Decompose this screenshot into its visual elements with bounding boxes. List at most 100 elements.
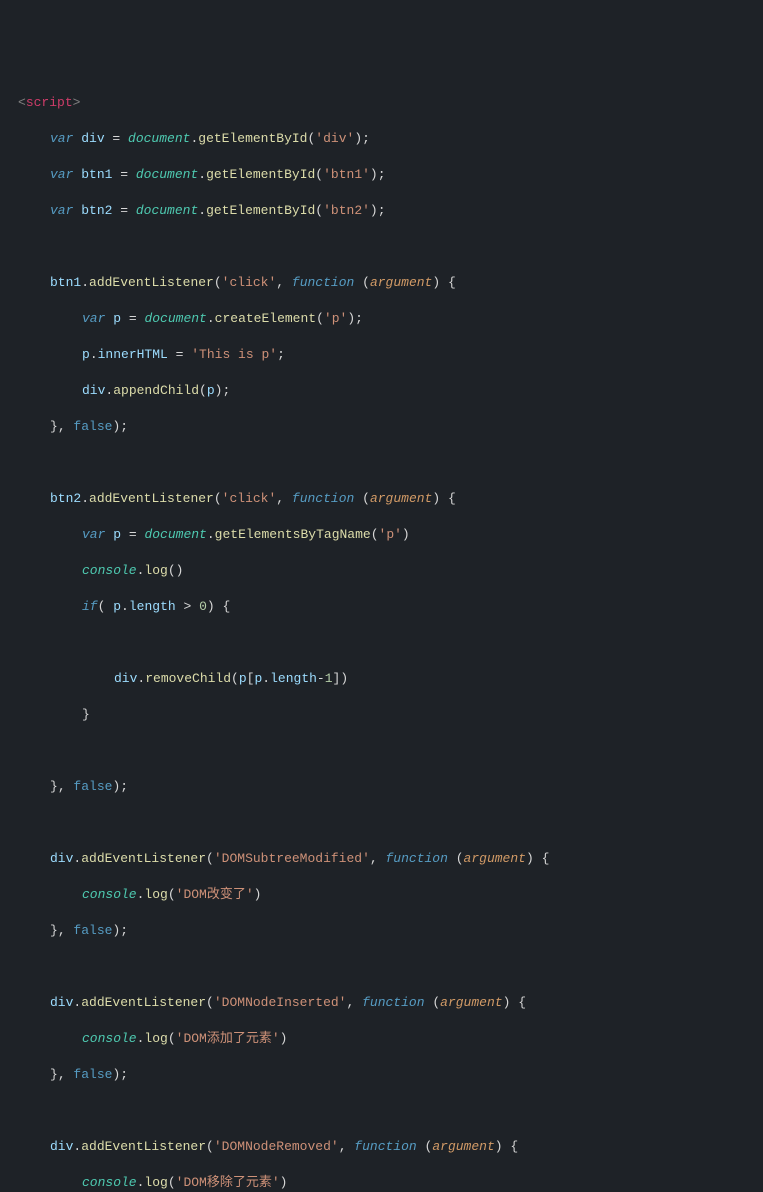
- str-domsubtree: 'DOMSubtreeModified': [214, 851, 370, 866]
- code-line: var div = document.getElementById('div')…: [18, 130, 763, 148]
- comma: ,: [276, 275, 292, 290]
- code-editor[interactable]: <script> var div = document.getElementBy…: [0, 72, 763, 1192]
- lbrace: {: [518, 995, 526, 1010]
- rparen: ): [432, 491, 440, 506]
- op-gt: >: [176, 599, 199, 614]
- semi: ;: [120, 779, 128, 794]
- blank-line: [18, 742, 763, 760]
- rparen: ): [370, 167, 378, 182]
- comma: ,: [58, 419, 74, 434]
- var-p: p: [239, 671, 247, 686]
- method-log: log: [144, 563, 167, 578]
- code-line: var btn2 = document.getElementById('btn2…: [18, 202, 763, 220]
- code-line: if( p.length > 0) {: [18, 598, 763, 616]
- rparen: ): [340, 671, 348, 686]
- rparen: ): [280, 1175, 288, 1190]
- param-argument: argument: [370, 275, 432, 290]
- keyword-var: var: [82, 527, 105, 542]
- rparen: ): [176, 563, 184, 578]
- semi: ;: [378, 167, 386, 182]
- var-btn2: btn2: [81, 203, 112, 218]
- semi: ;: [120, 1067, 128, 1082]
- const-false: false: [73, 779, 112, 794]
- var-div: div: [50, 995, 73, 1010]
- dot: .: [137, 671, 145, 686]
- keyword-var: var: [50, 167, 73, 182]
- keyword-var: var: [50, 131, 73, 146]
- code-line: var p = document.getElementsByTagName('p…: [18, 526, 763, 544]
- method-getbyid: getElementById: [206, 167, 315, 182]
- comma: ,: [58, 1067, 74, 1082]
- param-argument: argument: [464, 851, 526, 866]
- lparen: (: [315, 203, 323, 218]
- str-domremoved: 'DOM移除了元素': [176, 1175, 280, 1190]
- var-div: div: [50, 851, 73, 866]
- method-removechild: removeChild: [145, 671, 231, 686]
- rparen: ): [254, 887, 262, 902]
- lbrace: {: [223, 599, 231, 614]
- dot: .: [198, 203, 206, 218]
- lparen: (: [316, 311, 324, 326]
- keyword-function: function: [386, 851, 448, 866]
- lparen: (: [98, 599, 106, 614]
- op-eq: =: [121, 527, 144, 542]
- code-line: btn2.addEventListener('click', function …: [18, 490, 763, 508]
- lparen: (: [168, 1031, 176, 1046]
- str-domnodeinserted: 'DOMNodeInserted': [214, 995, 347, 1010]
- var-p: p: [207, 383, 215, 398]
- keyword-var: var: [50, 203, 73, 218]
- semi: ;: [277, 347, 285, 362]
- code-line: console.log('DOM改变了'): [18, 886, 763, 904]
- semi: ;: [378, 203, 386, 218]
- rparen: ): [503, 995, 511, 1010]
- code-line: var btn1 = document.getElementById('btn1…: [18, 166, 763, 184]
- code-line: console.log(): [18, 562, 763, 580]
- rparen: ): [207, 599, 215, 614]
- num-zero: 0: [199, 599, 207, 614]
- keyword-function: function: [292, 275, 354, 290]
- prop-innerhtml: innerHTML: [98, 347, 168, 362]
- param-argument: argument: [440, 995, 502, 1010]
- lparen: (: [168, 1175, 176, 1190]
- lbrace: {: [448, 275, 456, 290]
- code-line: div.appendChild(p);: [18, 382, 763, 400]
- code-line: }, false);: [18, 778, 763, 796]
- dot: .: [262, 671, 270, 686]
- op-minus: -: [317, 671, 325, 686]
- lbrace: {: [510, 1139, 518, 1154]
- code-line: console.log('DOM添加了元素'): [18, 1030, 763, 1048]
- rparen: ): [526, 851, 534, 866]
- str-click: 'click': [222, 491, 277, 506]
- dot: .: [73, 995, 81, 1010]
- op-eq: =: [168, 347, 191, 362]
- method-addevent: addEventListener: [89, 275, 214, 290]
- code-line: }, false);: [18, 922, 763, 940]
- obj-document: document: [136, 167, 198, 182]
- tag-bracket: >: [73, 95, 81, 110]
- rbrace: }: [50, 1067, 58, 1082]
- op-eq: =: [112, 167, 135, 182]
- code-line: console.log('DOM移除了元素'): [18, 1174, 763, 1192]
- const-false: false: [73, 419, 112, 434]
- method-addevent: addEventListener: [81, 1139, 206, 1154]
- lparen: (: [168, 887, 176, 902]
- lparen: (: [199, 383, 207, 398]
- dot: .: [73, 851, 81, 866]
- str-click: 'click': [222, 275, 277, 290]
- dot: .: [137, 887, 145, 902]
- num-one: 1: [325, 671, 333, 686]
- blank-line: [18, 238, 763, 256]
- rbracket: ]: [333, 671, 341, 686]
- dot: .: [137, 1031, 145, 1046]
- comma: ,: [339, 1139, 355, 1154]
- str-btn1: 'btn1': [323, 167, 370, 182]
- method-addevent: addEventListener: [81, 995, 206, 1010]
- obj-console: console: [82, 1175, 137, 1190]
- keyword-function: function: [292, 491, 354, 506]
- keyword-var: var: [82, 311, 105, 326]
- rparen: ): [354, 131, 362, 146]
- lbracket: [: [247, 671, 255, 686]
- rparen: ): [370, 203, 378, 218]
- dot: .: [121, 599, 129, 614]
- var-btn2: btn2: [50, 491, 81, 506]
